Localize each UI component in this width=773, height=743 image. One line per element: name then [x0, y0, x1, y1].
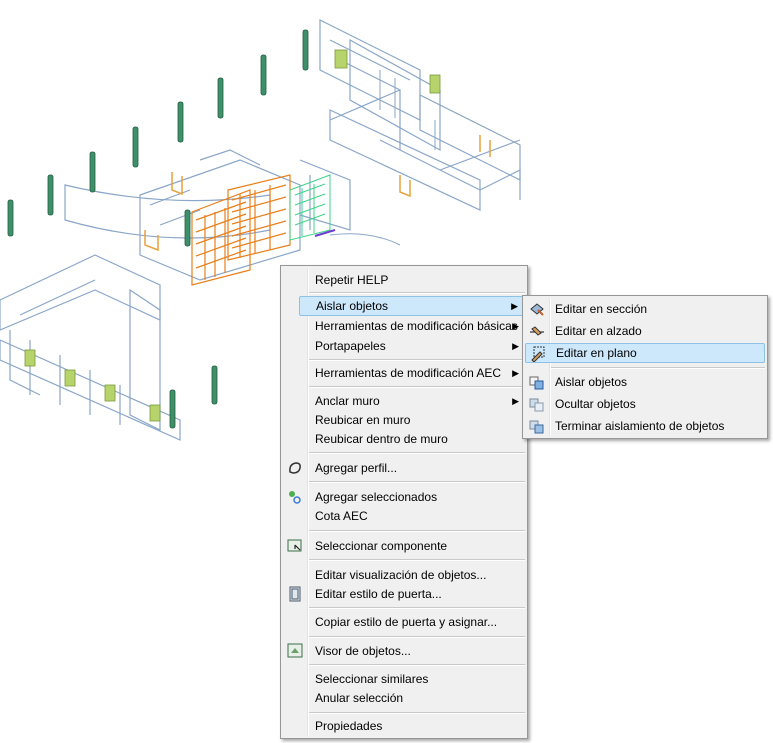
- edit-plan-icon: [531, 346, 545, 362]
- menu-separator: [309, 530, 525, 532]
- door-icon: [289, 586, 301, 602]
- menu-item-reubicar-en-muro[interactable]: Reubicar en muro: [299, 410, 525, 430]
- menu-separator: [309, 607, 525, 609]
- submenu-item-ocultar-objetos[interactable]: Ocultar objetos: [525, 394, 765, 414]
- menu-separator: [309, 636, 525, 638]
- submenu-arrow-icon: ▶: [512, 341, 519, 351]
- menu-item-herramientas-aec[interactable]: Herramientas de modificación AEC ▶: [299, 363, 525, 383]
- menu-item-aislar-objetos[interactable]: Aislar objetos ▶: [299, 296, 525, 316]
- menu-item-anclar-muro[interactable]: Anclar muro ▶: [299, 391, 525, 411]
- profile-icon: [289, 462, 301, 474]
- menu-item-seleccionar-similares[interactable]: Seleccionar similares: [299, 669, 525, 689]
- object-viewer-icon: [287, 643, 303, 658]
- add-selected-icon: [289, 491, 301, 504]
- submenu-item-editar-plano[interactable]: Editar en plano: [525, 343, 765, 363]
- menu-separator: [309, 712, 525, 714]
- isolate-objects-icon: [529, 376, 544, 390]
- menu-item-seleccionar-componente[interactable]: Seleccionar componente: [287, 536, 525, 556]
- menu-separator: [309, 481, 525, 483]
- menu-item-cota-aec[interactable]: Cota AEC: [299, 506, 525, 526]
- menu-item-portapapeles[interactable]: Portapapeles ▶: [299, 336, 525, 356]
- menu-separator: [309, 452, 525, 454]
- menu-separator: [309, 559, 525, 561]
- submenu-item-aislar-objetos[interactable]: Aislar objetos: [525, 372, 765, 392]
- menu-item-editar-estilo-puerta[interactable]: Editar estilo de puerta...: [289, 584, 525, 604]
- context-menu: Repetir HELP Aislar objetos ▶ Herramienta…: [280, 265, 528, 739]
- edit-section-icon: [530, 303, 544, 316]
- menu-item-herramientas-basicas[interactable]: Herramientas de modificación básicas ▶: [299, 316, 525, 336]
- select-component-icon: [287, 539, 302, 552]
- menu-separator: [309, 386, 525, 388]
- menu-separator: [309, 292, 525, 294]
- menu-item-copiar-estilo-puerta[interactable]: Copiar estilo de puerta y asignar...: [299, 612, 525, 632]
- edit-elevation-icon: [530, 326, 544, 336]
- submenu-item-editar-seccion[interactable]: Editar en sección: [525, 299, 765, 319]
- submenu-arrow-icon: ▶: [511, 301, 518, 311]
- menu-item-agregar-seleccionados[interactable]: Agregar seleccionados: [289, 487, 525, 507]
- menu-item-repetir-help[interactable]: Repetir HELP: [299, 270, 525, 290]
- menu-item-editar-visualizacion[interactable]: Editar visualización de objetos...: [299, 565, 525, 585]
- submenu-aislar-objetos: Editar en sección Editar en alzado Edita…: [522, 295, 768, 439]
- end-isolation-icon: [529, 420, 544, 434]
- menu-separator: [309, 664, 525, 666]
- menu-separator: [551, 367, 765, 369]
- submenu-arrow-icon: ▶: [512, 368, 519, 378]
- hide-objects-icon: [529, 398, 544, 412]
- menu-item-visor-objetos[interactable]: Visor de objetos...: [287, 641, 525, 661]
- menu-separator: [309, 359, 525, 361]
- menu-item-anular-seleccion[interactable]: Anular selección: [299, 688, 525, 708]
- menu-item-propiedades[interactable]: Propiedades: [299, 716, 525, 736]
- submenu-item-terminar-aislamiento[interactable]: Terminar aislamiento de objetos: [525, 416, 765, 436]
- submenu-arrow-icon: ▶: [512, 321, 519, 331]
- menu-item-agregar-perfil[interactable]: Agregar perfil...: [289, 458, 525, 478]
- menu-item-reubicar-dentro-muro[interactable]: Reubicar dentro de muro: [299, 429, 525, 449]
- submenu-item-editar-alzado[interactable]: Editar en alzado: [525, 321, 765, 341]
- submenu-arrow-icon: ▶: [512, 396, 519, 406]
